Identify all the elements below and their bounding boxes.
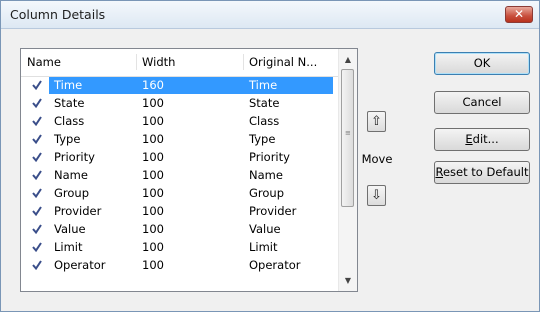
- list-item[interactable]: Value 100 Value: [21, 220, 339, 238]
- checkmark-icon[interactable]: [32, 170, 42, 180]
- checkmark-icon[interactable]: [32, 116, 42, 126]
- dialog-body: Name Width Original N... Time 160 Time Stat…: [1, 29, 539, 311]
- original-name-cell: Name: [249, 168, 283, 182]
- edit-mnemonic: E: [465, 132, 473, 146]
- column-name-cell: Type: [54, 132, 81, 146]
- list-item[interactable]: Limit 100 Limit: [21, 238, 339, 256]
- column-name-cell: Time: [54, 78, 83, 92]
- move-label: Move: [361, 152, 393, 166]
- column-width-cell: 100: [142, 258, 164, 272]
- list-item[interactable]: Priority 100 Priority: [21, 148, 339, 166]
- column-name-cell: Operator: [54, 258, 106, 272]
- column-name-cell: Priority: [54, 150, 95, 164]
- selection-highlight: [49, 77, 333, 94]
- checkmark-icon[interactable]: [32, 242, 42, 252]
- original-name-cell: Value: [249, 222, 281, 236]
- scroll-down-icon[interactable]: ▼: [339, 272, 357, 289]
- cancel-button[interactable]: Cancel: [434, 91, 530, 114]
- original-name-cell: Operator: [249, 258, 301, 272]
- column-width-cell: 160: [142, 78, 164, 92]
- checkmark-icon[interactable]: [32, 206, 42, 216]
- checkmark-icon[interactable]: [32, 260, 42, 270]
- column-name-cell: Class: [54, 114, 85, 128]
- column-name-cell: State: [54, 96, 85, 110]
- list-header: Name Width Original N...: [21, 49, 339, 77]
- arrow-up-icon: ⇧: [371, 114, 382, 129]
- close-button[interactable]: ✕: [505, 6, 533, 23]
- ok-button[interactable]: OK: [434, 52, 530, 75]
- column-name-cell: Group: [54, 186, 90, 200]
- column-width-cell: 100: [142, 114, 164, 128]
- column-name-cell: Value: [54, 222, 86, 236]
- column-width-cell: 100: [142, 132, 164, 146]
- original-name-cell: Provider: [249, 204, 297, 218]
- list-item[interactable]: Name 100 Name: [21, 166, 339, 184]
- list-item[interactable]: Type 100 Type: [21, 130, 339, 148]
- list-item[interactable]: Group 100 Group: [21, 184, 339, 202]
- column-width-cell: 100: [142, 186, 164, 200]
- original-name-cell: Group: [249, 186, 285, 200]
- original-name-cell: Priority: [249, 150, 290, 164]
- checkmark-icon[interactable]: [32, 152, 42, 162]
- list-rows: Time 160 Time State 100 State Class 100 Class Typ…: [21, 76, 339, 274]
- original-name-cell: Limit: [249, 240, 278, 254]
- original-name-cell: Time: [249, 78, 278, 92]
- checkmark-icon[interactable]: [32, 98, 42, 108]
- scroll-thumb[interactable]: ≡: [341, 69, 354, 207]
- title-bar[interactable]: Column Details ✕: [1, 1, 539, 29]
- grip-icon: ≡: [345, 129, 351, 137]
- reset-label-post: eset to Default: [442, 165, 529, 179]
- reset-mnemonic: R: [435, 165, 443, 179]
- list-item[interactable]: Class 100 Class: [21, 112, 339, 130]
- column-name-cell: Limit: [54, 240, 83, 254]
- vertical-scrollbar[interactable]: ▲ ≡ ▼: [338, 49, 357, 291]
- column-width-cell: 100: [142, 240, 164, 254]
- window-title: Column Details: [10, 7, 106, 22]
- column-header-name[interactable]: Name: [21, 49, 141, 75]
- column-details-dialog: Column Details ✕ Name Width Original N..…: [0, 0, 540, 312]
- checkmark-icon[interactable]: [32, 224, 42, 234]
- column-width-cell: 100: [142, 204, 164, 218]
- checkmark-icon[interactable]: [32, 80, 42, 90]
- original-name-cell: Type: [249, 132, 276, 146]
- column-header-original-name[interactable]: Original N...: [243, 49, 339, 75]
- column-header-width[interactable]: Width: [136, 49, 246, 75]
- checkmark-icon[interactable]: [32, 188, 42, 198]
- move-up-button[interactable]: ⇧: [367, 111, 386, 132]
- original-name-cell: Class: [249, 114, 280, 128]
- list-item[interactable]: Operator 100 Operator: [21, 256, 339, 274]
- list-item[interactable]: Time 160 Time: [21, 76, 339, 94]
- column-name-cell: Name: [54, 168, 88, 182]
- list-item[interactable]: State 100 State: [21, 94, 339, 112]
- arrow-down-icon: ⇩: [371, 188, 382, 203]
- list-item[interactable]: Provider 100 Provider: [21, 202, 339, 220]
- columns-list[interactable]: Name Width Original N... Time 160 Time Stat…: [20, 48, 358, 292]
- column-width-cell: 100: [142, 96, 164, 110]
- close-icon: ✕: [513, 7, 525, 21]
- checkmark-icon[interactable]: [32, 134, 42, 144]
- column-width-cell: 100: [142, 168, 164, 182]
- column-name-cell: Provider: [54, 204, 102, 218]
- edit-button[interactable]: Edit...: [434, 128, 530, 151]
- scroll-up-icon[interactable]: ▲: [339, 51, 357, 68]
- reset-to-default-button[interactable]: Reset to Default: [434, 161, 530, 184]
- column-width-cell: 100: [142, 222, 164, 236]
- move-down-button[interactable]: ⇩: [367, 185, 386, 206]
- edit-label-post: dit...: [472, 132, 499, 146]
- column-width-cell: 100: [142, 150, 164, 164]
- original-name-cell: State: [249, 96, 280, 110]
